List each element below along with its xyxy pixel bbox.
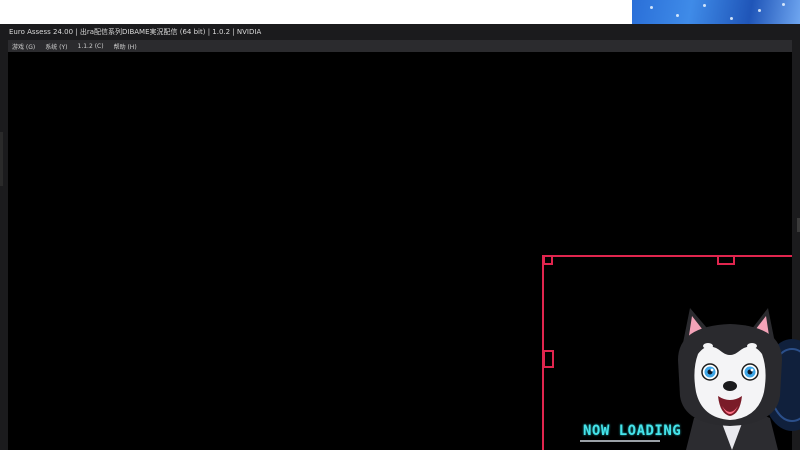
menu-item-label: 游戏 (G) (12, 43, 36, 51)
window-title: Euro Assess 24.00 | 出ra配信系列DIBAME実況配信 (6… (0, 24, 800, 40)
menu-item-help[interactable]: 帮助 (H) (114, 42, 137, 51)
menu-item-label: 1.1.2 (C) (77, 42, 104, 50)
screen: Euro Assess 24.00 | 出ra配信系列DIBAME実況配信 (6… (0, 0, 800, 450)
hud-notch-top (717, 255, 735, 265)
menu-item-label: 系统 (Y) (45, 43, 68, 51)
hud-notch-side (543, 350, 554, 368)
left-edge-mark (0, 132, 3, 186)
menu-bar: 游戏 (G) 系统 (Y) 1.1.2 (C) 帮助 (H) (8, 40, 792, 52)
menu-item-version[interactable]: 1.1.2 (C) (78, 43, 104, 50)
menu-item-game[interactable]: 游戏 (G) (12, 42, 35, 51)
corner-art (632, 0, 800, 24)
hud-notch-corner (543, 255, 553, 265)
menu-item-system[interactable]: 系统 (Y) (45, 42, 67, 51)
now-loading-label: NOW LOADING (583, 423, 682, 439)
loading-underline (580, 440, 660, 442)
menu-item-label: 帮助 (H) (113, 43, 137, 51)
husky-avatar-icon (678, 308, 800, 450)
